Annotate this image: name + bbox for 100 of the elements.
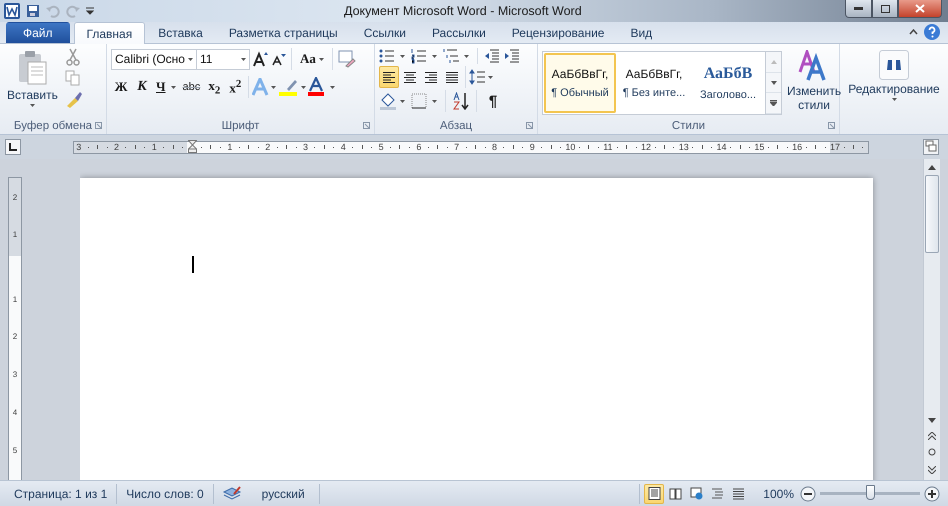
draft-lines-icon	[732, 487, 745, 500]
ruler-number: 1	[150, 142, 158, 152]
more-styles-button[interactable]	[766, 93, 781, 114]
help-icon[interactable]	[924, 24, 940, 40]
open-book-icon	[668, 487, 682, 500]
file-tab[interactable]: Файл	[6, 22, 70, 43]
ribbon-tab[interactable]: Главная	[74, 22, 146, 44]
change-styles-button[interactable]: Изменить стили	[784, 48, 844, 118]
ruler-number: 13	[678, 142, 688, 152]
outline-icon	[710, 487, 724, 500]
group-label: Стили	[672, 120, 706, 132]
align-button[interactable]	[379, 66, 399, 88]
ruler-number: 17	[830, 142, 840, 152]
save-icon[interactable]	[26, 4, 40, 18]
word-logo-icon[interactable]	[4, 3, 20, 19]
page-layout-icon	[648, 487, 661, 500]
ruler-number: 3	[12, 370, 18, 380]
ribbon-tab[interactable]: Вид	[617, 22, 666, 43]
proofing-icon[interactable]	[222, 486, 242, 502]
style-option[interactable]: АаБбВвГг, ¶ Обычный	[544, 53, 616, 113]
ruler-number: 10	[565, 142, 575, 152]
indent-marker-icon[interactable]	[188, 140, 197, 152]
tab-stop-button[interactable]	[5, 139, 21, 155]
dialog-launcher-icon[interactable]	[526, 122, 533, 129]
tab-stop-icon	[9, 143, 17, 151]
font-size-field[interactable]: 11	[196, 48, 250, 70]
collapse-ribbon-icon[interactable]	[909, 29, 918, 35]
format-button[interactable]: Ч	[153, 76, 179, 98]
format-button[interactable]: x$^{2}$	[225, 76, 246, 98]
minimize-button[interactable]	[845, 0, 872, 18]
group-label: Шрифт	[222, 120, 260, 132]
highlight-icon[interactable]	[279, 77, 308, 97]
ruler-number: 2	[113, 142, 120, 152]
shading-icon[interactable]	[379, 92, 407, 110]
text-cursor	[192, 256, 194, 273]
ribbon-tab[interactable]: Ссылки	[350, 22, 419, 43]
ribbon-tab[interactable]: Рассылки	[418, 22, 499, 43]
ruler-number: 11	[603, 142, 613, 152]
paste-button[interactable]: Вставить	[4, 48, 61, 118]
line-spacing-icon[interactable]	[469, 69, 495, 85]
view-ruler-button[interactable]	[923, 139, 939, 155]
dialog-launcher-icon[interactable]	[95, 122, 102, 129]
scroll-down-button[interactable]	[766, 72, 781, 94]
bullet-list-icon[interactable]	[379, 48, 407, 64]
change-case-button[interactable]: Aa	[297, 48, 327, 70]
grow-font-icon[interactable]	[253, 51, 269, 67]
window-title: Документ Microsoft Word - Microsoft Word	[344, 4, 583, 18]
multilevel-list-icon[interactable]	[443, 48, 471, 64]
shrink-font-icon[interactable]	[272, 52, 286, 66]
format-button[interactable]: К	[132, 76, 152, 98]
align-justify-icon	[445, 70, 459, 84]
circle-icon	[928, 448, 936, 456]
ruler-number: 1	[12, 294, 18, 304]
customize-toolbar-icon[interactable]	[86, 7, 94, 15]
ruler-number: 2	[12, 332, 18, 342]
ribbon-tab[interactable]: Вставка	[145, 22, 216, 43]
page-status: Страница: 1 из 1	[5, 484, 118, 504]
minimize-icon	[854, 7, 863, 10]
scrollbar-thumb[interactable]	[925, 175, 939, 253]
dropdown-arrow-icon	[170, 86, 176, 88]
zoom-in-icon[interactable]	[924, 486, 940, 502]
numbered-list-icon[interactable]	[411, 48, 439, 64]
close-button[interactable]	[898, 0, 942, 18]
ribbon-tab[interactable]: Разметка страницы	[216, 22, 351, 43]
dropdown-arrow-icon	[30, 104, 35, 107]
format-painter-icon[interactable]	[64, 90, 83, 108]
ruler-number: 3	[302, 142, 309, 152]
sort-icon[interactable]	[452, 92, 470, 110]
cut-icon[interactable]	[64, 48, 81, 66]
caret-down-icon	[770, 80, 776, 84]
ruler-number: 1	[12, 230, 18, 240]
decrease-indent-icon[interactable]	[484, 49, 500, 63]
dialog-launcher-icon[interactable]	[828, 122, 835, 129]
clear-formatting-icon[interactable]	[338, 50, 356, 68]
ribbon-tab[interactable]: Рецензирование	[498, 22, 618, 43]
borders-icon[interactable]	[411, 93, 439, 109]
format-button[interactable]: Ж	[111, 76, 131, 98]
zoom-slider-thumb[interactable]	[866, 485, 875, 500]
ruler-number: 9	[528, 142, 536, 152]
word-count-status: Число слов: 0	[117, 484, 214, 504]
caret-down-icon	[928, 418, 936, 422]
show-marks-button[interactable]: ¶	[483, 90, 503, 112]
format-button[interactable]: x$_{2}$	[204, 76, 224, 98]
zoom-out-icon[interactable]	[800, 486, 816, 502]
font-color-icon[interactable]	[308, 77, 336, 97]
zoom-level: 100%	[763, 486, 794, 500]
double-up-icon	[928, 432, 936, 440]
editing-button[interactable]: Редактирование	[844, 48, 944, 134]
align-right-icon	[424, 70, 438, 84]
increase-indent-icon[interactable]	[504, 49, 520, 63]
maximize-icon	[880, 4, 890, 12]
group-label: Абзац	[440, 120, 472, 132]
view-mode-button[interactable]	[644, 484, 664, 504]
ruler-number: 16	[792, 142, 802, 152]
maximize-button[interactable]	[872, 0, 898, 18]
close-icon	[915, 4, 925, 13]
dropdown-arrow-icon	[892, 98, 896, 101]
dialog-launcher-icon[interactable]	[363, 122, 370, 129]
font-name-field[interactable]: Calibri (Осно	[111, 48, 197, 70]
align-left-icon	[382, 70, 396, 84]
